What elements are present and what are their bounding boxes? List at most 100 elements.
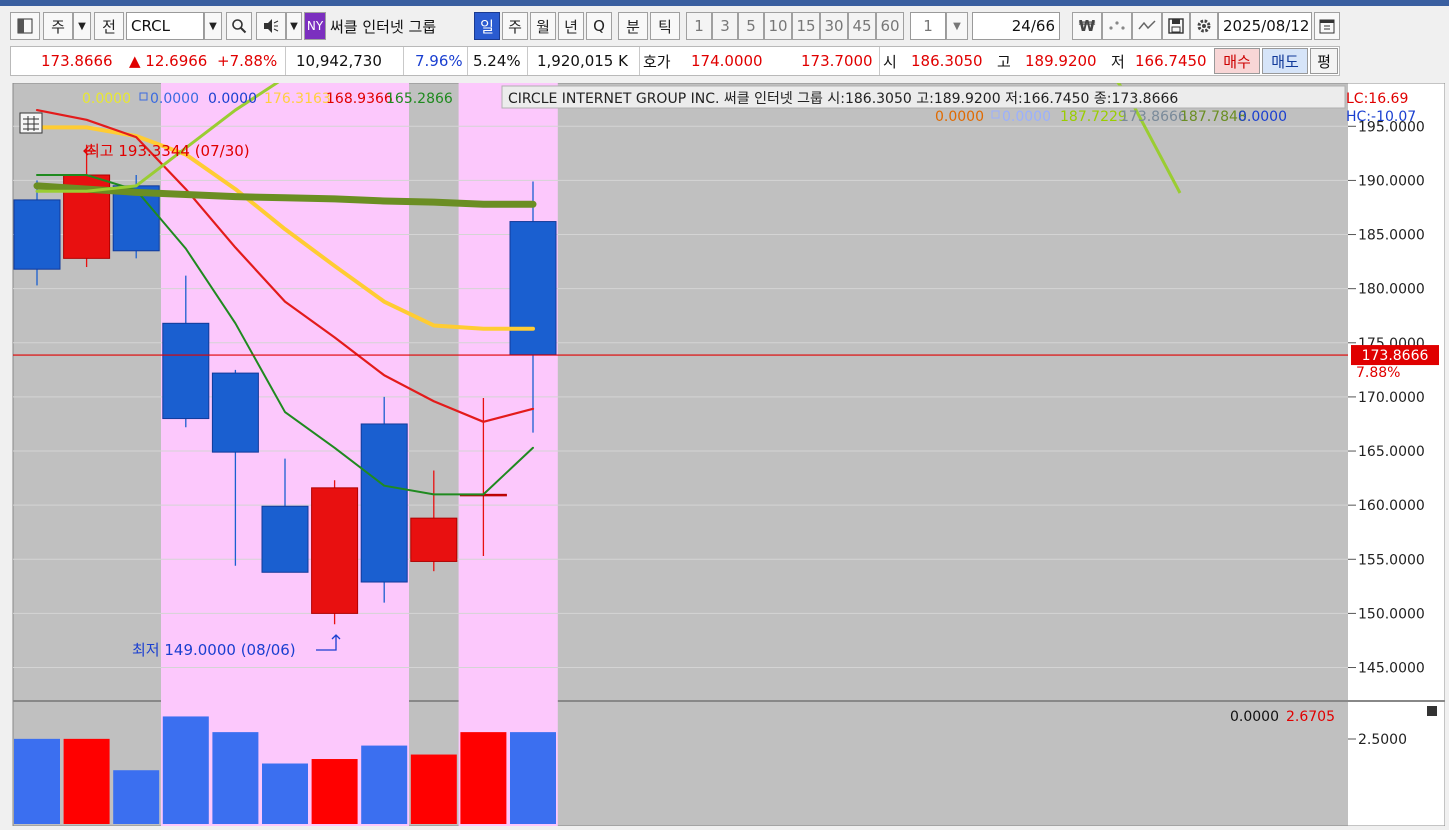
hc-value: HC:-10.07 bbox=[1346, 109, 1416, 125]
type-button[interactable]: 주 bbox=[43, 12, 73, 40]
divider bbox=[403, 47, 404, 75]
divider bbox=[527, 47, 528, 75]
legend-value: 176.3163 bbox=[264, 91, 331, 107]
symbol-input[interactable]: CRCL bbox=[126, 12, 204, 40]
high-price: 189.9200 bbox=[1025, 52, 1097, 70]
calendar-icon[interactable] bbox=[1314, 12, 1340, 40]
current-price-label: 173.8666 bbox=[1362, 348, 1429, 364]
ny-market-badge[interactable]: NY bbox=[304, 12, 326, 40]
divider bbox=[467, 47, 468, 75]
candle-body bbox=[410, 517, 458, 562]
candle-body bbox=[509, 221, 557, 356]
candle-body bbox=[360, 423, 408, 583]
y-axis-tick: 180.0000 bbox=[1358, 282, 1425, 298]
volume-pane-close-icon[interactable] bbox=[1427, 706, 1437, 716]
candle-body bbox=[211, 372, 259, 453]
legend-value: 165.2866 bbox=[386, 91, 453, 107]
date-input[interactable]: 2025/08/12 bbox=[1218, 12, 1312, 40]
divider bbox=[639, 47, 640, 75]
current-percent-label: 7.88% bbox=[1356, 365, 1400, 381]
interval-button[interactable]: 3 bbox=[712, 12, 738, 40]
buy-button[interactable]: 매수 bbox=[1214, 48, 1260, 74]
volume-bar bbox=[361, 745, 408, 824]
chart-title-info: CIRCLE INTERNET GROUP INC. 써클 인터넷 그룹 시:1… bbox=[508, 91, 1178, 107]
bid-price: 173.7000 bbox=[801, 52, 873, 70]
legend-right-value: 0.0000 bbox=[935, 109, 984, 125]
count-input[interactable]: 1 bbox=[910, 12, 946, 40]
chart-table-icon[interactable] bbox=[19, 112, 43, 134]
trend-line-icon[interactable] bbox=[1132, 12, 1162, 40]
y-axis-tick: 190.0000 bbox=[1358, 173, 1425, 189]
interval-button[interactable]: 45 bbox=[848, 12, 876, 40]
candlestick-chart[interactable]: 195.0000190.0000185.0000180.0000175.0000… bbox=[10, 59, 1446, 827]
volume-bar bbox=[212, 732, 259, 824]
y-axis-tick: 160.0000 bbox=[1358, 498, 1425, 514]
current-price: 173.8666 bbox=[41, 52, 113, 70]
period-q-button[interactable]: Q bbox=[586, 12, 612, 40]
legend-value: 0.0000 bbox=[150, 91, 199, 107]
sell-button[interactable]: 매도 bbox=[1262, 48, 1308, 74]
count-dropdown-icon[interactable]: ▼ bbox=[946, 12, 968, 40]
low-annotation: 최저 149.0000 (08/06) bbox=[132, 641, 296, 659]
interval-button[interactable]: 15 bbox=[792, 12, 820, 40]
divider bbox=[879, 47, 880, 75]
interval-button[interactable]: 1 bbox=[686, 12, 712, 40]
type-dropdown-icon[interactable]: ▼ bbox=[73, 12, 91, 40]
candle-body bbox=[261, 505, 309, 573]
legend-right-value: 0.0000 bbox=[1002, 109, 1051, 125]
symbol-dropdown-icon[interactable]: ▼ bbox=[204, 12, 222, 40]
volume-percent: 7.96% bbox=[415, 52, 463, 70]
legend-right-value: 0.0000 bbox=[1238, 109, 1287, 125]
divider bbox=[285, 47, 286, 75]
highlight-band bbox=[458, 83, 558, 826]
period-tick-button[interactable]: 틱 bbox=[650, 12, 680, 40]
candle-body bbox=[311, 487, 359, 614]
interval-button[interactable]: 30 bbox=[820, 12, 848, 40]
volume-bar bbox=[63, 738, 110, 824]
high-annotation: 최고 193.3344 (07/30) bbox=[86, 142, 250, 160]
gear-icon[interactable] bbox=[1190, 12, 1218, 40]
volume-bar bbox=[162, 716, 209, 824]
y-axis-tick: 185.0000 bbox=[1358, 228, 1425, 244]
period-week-button[interactable]: 주 bbox=[502, 12, 528, 40]
period-year-button[interactable]: 년 bbox=[558, 12, 584, 40]
dotted-line-icon[interactable] bbox=[1102, 12, 1132, 40]
volume-bar bbox=[311, 759, 358, 824]
page-total: /66 bbox=[1030, 17, 1055, 35]
high-label: 고 bbox=[997, 52, 1011, 71]
ask-price: 174.0000 bbox=[691, 52, 763, 70]
y-axis-tick: 145.0000 bbox=[1358, 661, 1425, 677]
volume-bar bbox=[510, 732, 556, 824]
change-percent: +7.88% bbox=[217, 52, 278, 70]
interval-button[interactable]: 60 bbox=[876, 12, 904, 40]
speaker-dropdown-icon[interactable]: ▼ bbox=[286, 12, 302, 40]
legend-right-value: 173.8666 bbox=[1120, 109, 1187, 125]
legend-right-value: 187.7229 bbox=[1060, 109, 1127, 125]
y-axis-tick: 150.0000 bbox=[1358, 606, 1425, 622]
open-price: 186.3050 bbox=[911, 52, 983, 70]
speaker-icon[interactable] bbox=[256, 12, 286, 40]
y-axis-tick: 170.0000 bbox=[1358, 390, 1425, 406]
period-day-button[interactable]: 일 bbox=[474, 12, 500, 40]
window-toggle-icon[interactable] bbox=[10, 12, 40, 40]
volume-axis-tick: 2.5000 bbox=[1358, 732, 1407, 748]
volume-bar bbox=[410, 754, 457, 824]
page-indicator[interactable]: 24/66 bbox=[972, 12, 1060, 40]
chart-toolbar: 주 ▼ 전 CRCL ▼ ▼ NY 써클 인터넷 그룹 일 주 월 년 Q 분 … bbox=[10, 12, 1440, 42]
legend-value: 0.0000 bbox=[82, 91, 131, 107]
view-button[interactable]: 전 bbox=[94, 12, 124, 40]
price-change: ▲ 12.6966 bbox=[129, 52, 208, 70]
chart-area[interactable]: 195.0000 190.0000 185.0000 180.0000 175.0000… bbox=[10, 59, 1446, 827]
average-button[interactable]: 평 bbox=[1310, 48, 1338, 74]
y-axis-tick: 165.0000 bbox=[1358, 444, 1425, 460]
period-minute-button[interactable]: 분 bbox=[618, 12, 648, 40]
search-icon[interactable] bbox=[226, 12, 252, 40]
candle-body bbox=[13, 199, 61, 270]
period-month-button[interactable]: 월 bbox=[530, 12, 556, 40]
interval-button[interactable]: 5 bbox=[738, 12, 764, 40]
volume-bar bbox=[262, 763, 308, 824]
won-currency-icon[interactable]: ₩ bbox=[1072, 12, 1102, 40]
interval-button[interactable]: 10 bbox=[764, 12, 792, 40]
y-axis-tick: 155.0000 bbox=[1358, 552, 1425, 568]
save-icon[interactable] bbox=[1162, 12, 1190, 40]
